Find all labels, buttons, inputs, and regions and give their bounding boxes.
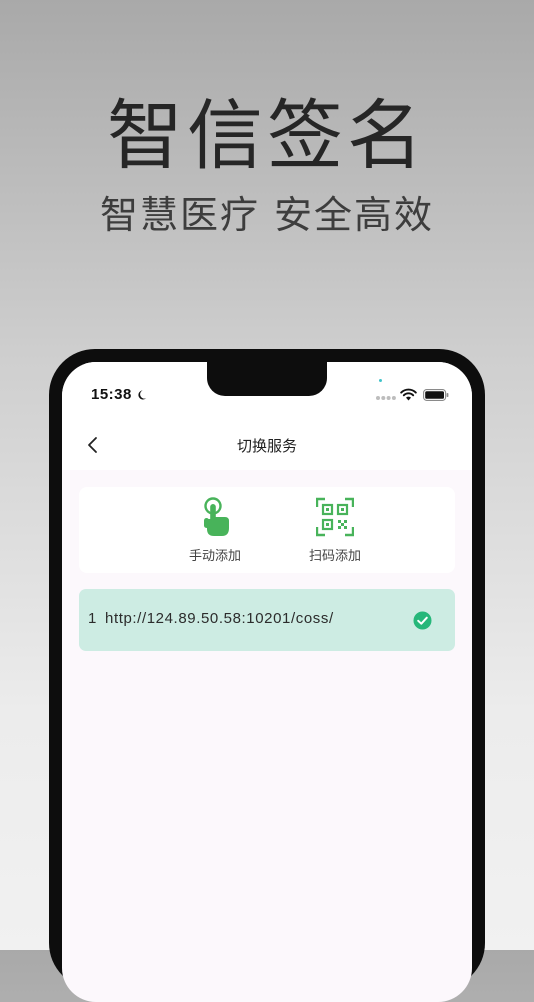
promo-subtitle: 智慧医疗 安全高效 [99,193,435,237]
check-circle-icon [413,611,432,630]
nav-bar: 切换服务 [62,422,472,470]
qr-scan-icon [316,497,354,537]
server-list: 1 http://124.89.50.58:10201/coss/ [79,589,455,651]
server-list-item[interactable]: 1 http://124.89.50.58:10201/coss/ [79,589,455,651]
scan-add-label: 扫码添加 [308,549,361,564]
server-index: 1 [88,610,97,627]
page-title: 切换服务 [236,437,297,455]
scan-add-button[interactable]: 扫码添加 [290,497,380,567]
promo-title: 智信签名 [107,91,427,180]
battery-icon [423,389,449,401]
status-dot [379,379,382,382]
moon-icon [138,390,147,400]
hand-tap-icon [204,497,229,536]
camera-notch [207,362,327,396]
status-time: 15:38 [91,386,132,403]
phone-screen: 15:38 切换服务 手动添加 扫码添加 1 http://124.89.50.… [62,362,472,1002]
manual-add-label: 手动添加 [188,549,241,564]
wifi-icon [400,388,417,401]
signal-dots-icon [376,396,396,400]
phone-frame: 15:38 切换服务 手动添加 扫码添加 1 http://124.89.50.… [49,349,485,1002]
add-options-card: 手动添加 扫码添加 [79,487,455,573]
server-url: http://124.89.50.58:10201/coss/ [105,610,334,627]
manual-add-button[interactable]: 手动添加 [170,497,260,567]
